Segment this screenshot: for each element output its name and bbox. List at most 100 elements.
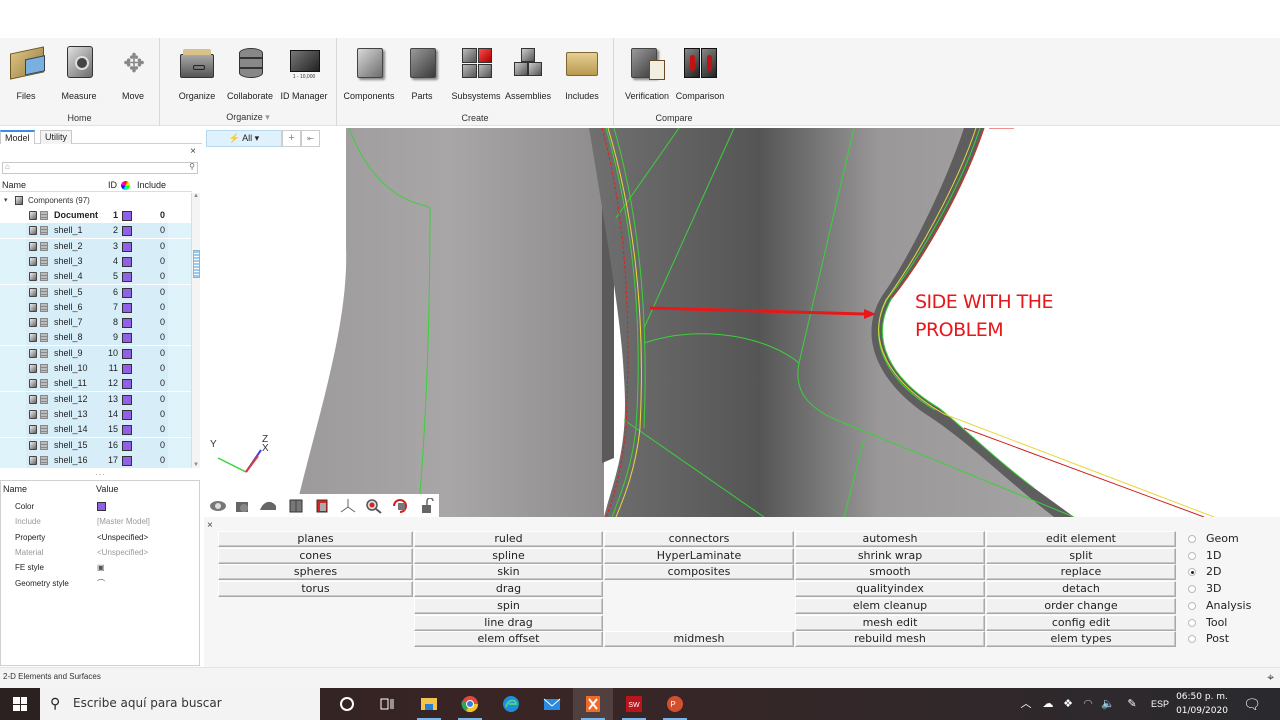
visibility-icon[interactable] bbox=[29, 364, 37, 373]
visibility-icon[interactable] bbox=[29, 287, 37, 297]
browser-search-input[interactable] bbox=[15, 163, 185, 173]
move-button[interactable]: ✥ Move bbox=[105, 42, 161, 106]
panel-button-order-change[interactable]: order change bbox=[986, 597, 1176, 614]
visibility-icon[interactable] bbox=[29, 379, 37, 389]
id-manager-button[interactable]: 1 - 10,000 ID Manager bbox=[276, 42, 332, 106]
panel-button-split[interactable]: split bbox=[986, 547, 1176, 564]
search-icon[interactable]: ⚲ bbox=[189, 162, 195, 171]
visibility-icon[interactable] bbox=[29, 455, 37, 465]
visibility-icon[interactable] bbox=[29, 348, 37, 358]
radio-button[interactable] bbox=[1188, 585, 1196, 594]
file-explorer-button[interactable] bbox=[409, 688, 449, 720]
panel-button-elem-types[interactable]: elem types bbox=[986, 631, 1176, 648]
includes-button[interactable]: Includes bbox=[554, 42, 610, 106]
panel-button-smooth[interactable]: smooth bbox=[795, 564, 985, 581]
page-radio-post[interactable]: Post bbox=[1184, 631, 1274, 647]
language-indicator[interactable]: ESP bbox=[1148, 688, 1172, 720]
page-radio-1d[interactable]: 1D bbox=[1184, 548, 1274, 564]
tree-row[interactable]: shell_12 13 0 bbox=[0, 391, 192, 407]
start-button[interactable] bbox=[0, 688, 40, 720]
tree-row[interactable]: shell_6 7 0 bbox=[0, 299, 192, 315]
group-title-organize[interactable]: Organize ▾ bbox=[160, 112, 336, 123]
wifi-icon[interactable]: ◠ bbox=[1078, 688, 1098, 720]
panel-button-skin[interactable]: skin bbox=[414, 564, 603, 581]
tree-row[interactable]: shell_8 9 0 bbox=[0, 330, 192, 346]
radio-button[interactable] bbox=[1188, 601, 1196, 610]
collapse-filter-button[interactable]: ⇤ bbox=[301, 130, 320, 147]
color-swatch[interactable] bbox=[97, 502, 106, 512]
panel-button-automesh[interactable]: automesh bbox=[795, 531, 985, 547]
graphics-viewport[interactable] bbox=[204, 128, 1280, 517]
panel-button-detach[interactable]: detach bbox=[986, 581, 1176, 598]
panel-button-ruled[interactable]: ruled bbox=[414, 531, 603, 547]
taskbar-search[interactable]: ⚲ Escribe aquí para buscar bbox=[40, 688, 320, 720]
comparison-button[interactable]: Comparison bbox=[672, 42, 728, 106]
add-filter-button[interactable]: + bbox=[282, 130, 301, 147]
panel-button-spline[interactable]: spline bbox=[414, 547, 603, 564]
lock-icon[interactable] bbox=[418, 497, 436, 514]
color-swatch[interactable] bbox=[122, 256, 132, 267]
panel-button-midmesh[interactable]: midmesh bbox=[604, 631, 794, 648]
visibility-icon[interactable] bbox=[29, 272, 37, 282]
panel-button-rebuild-mesh[interactable]: rebuild mesh bbox=[795, 631, 985, 648]
panel-button-line-drag[interactable]: line drag bbox=[414, 614, 603, 631]
color-swatch[interactable] bbox=[122, 409, 132, 420]
panel-button-planes[interactable]: planes bbox=[218, 531, 413, 547]
onedrive-icon[interactable]: ☁ bbox=[1038, 688, 1058, 720]
page-radio-analysis[interactable]: Analysis bbox=[1184, 598, 1274, 614]
clock[interactable]: 06:50 p. m. 01/09/2020 bbox=[1172, 690, 1232, 718]
property-row[interactable]: Color bbox=[1, 499, 199, 514]
powerpoint-button[interactable]: P bbox=[655, 688, 695, 720]
color-swatch[interactable] bbox=[122, 425, 132, 436]
tree-row[interactable]: shell_7 8 0 bbox=[0, 315, 192, 331]
color-swatch[interactable] bbox=[122, 287, 132, 298]
visibility-icon[interactable] bbox=[29, 394, 37, 404]
visibility-icon[interactable] bbox=[29, 333, 37, 343]
cortana-button[interactable] bbox=[327, 688, 367, 720]
tree-row[interactable]: shell_15 16 0 bbox=[0, 437, 192, 453]
tree-row[interactable]: shell_1 2 0 bbox=[0, 223, 192, 239]
solidworks-button[interactable]: SW bbox=[614, 688, 654, 720]
visibility-icon[interactable] bbox=[29, 409, 37, 419]
color-wheel-icon[interactable] bbox=[121, 181, 130, 190]
tree-row[interactable]: shell_4 5 0 bbox=[0, 269, 192, 285]
mail-button[interactable] bbox=[532, 688, 572, 720]
color-swatch[interactable] bbox=[122, 226, 132, 237]
color-swatch[interactable] bbox=[122, 318, 132, 329]
panel-splitter[interactable]: ··· bbox=[95, 470, 106, 479]
col-id[interactable]: ID bbox=[108, 180, 117, 190]
property-row[interactable]: Property <Unspecified> bbox=[1, 530, 199, 545]
color-swatch[interactable] bbox=[122, 302, 132, 313]
color-swatch[interactable] bbox=[122, 364, 132, 374]
tree-row[interactable]: shell_14 15 0 bbox=[0, 422, 192, 438]
tree-row[interactable]: shell_10 11 0 bbox=[0, 361, 192, 376]
radio-button[interactable] bbox=[1188, 618, 1196, 627]
tab-model[interactable]: Model bbox=[0, 130, 35, 144]
color-swatch[interactable] bbox=[122, 211, 132, 221]
tree-root-components[interactable]: ▾ Components (97) bbox=[0, 193, 192, 208]
tab-utility[interactable]: Utility bbox=[40, 130, 72, 144]
tree-row[interactable]: Document 1 0 bbox=[0, 208, 192, 223]
visibility-icon[interactable] bbox=[29, 226, 37, 236]
eye-icon[interactable] bbox=[209, 498, 227, 514]
page-radio-geom[interactable]: Geom bbox=[1184, 531, 1274, 547]
color-swatch[interactable] bbox=[122, 241, 132, 252]
edge-button[interactable] bbox=[491, 688, 531, 720]
panel-button-elem-offset[interactable]: elem offset bbox=[414, 631, 603, 648]
tree-row[interactable]: shell_9 10 0 bbox=[0, 345, 192, 361]
property-row[interactable]: FE style ▣ bbox=[1, 560, 199, 575]
panel-button-elem-cleanup[interactable]: elem cleanup bbox=[795, 597, 985, 614]
triad-icon[interactable] bbox=[339, 498, 357, 514]
radio-button[interactable] bbox=[1188, 551, 1196, 560]
color-swatch[interactable] bbox=[122, 348, 132, 359]
visibility-icon[interactable] bbox=[29, 318, 37, 328]
filter-all-dropdown[interactable]: ⚡ All ▾ bbox=[206, 130, 282, 147]
scroll-up-icon[interactable]: ▲ bbox=[193, 193, 199, 199]
visibility-icon[interactable] bbox=[29, 302, 37, 312]
color-swatch[interactable] bbox=[122, 394, 132, 405]
component-icon[interactable] bbox=[313, 498, 331, 514]
panel-button-replace[interactable]: replace bbox=[986, 564, 1176, 581]
panel-button-drag[interactable]: drag bbox=[414, 581, 603, 598]
expand-icon[interactable]: ▾ bbox=[4, 193, 8, 208]
task-view-button[interactable] bbox=[367, 688, 407, 720]
